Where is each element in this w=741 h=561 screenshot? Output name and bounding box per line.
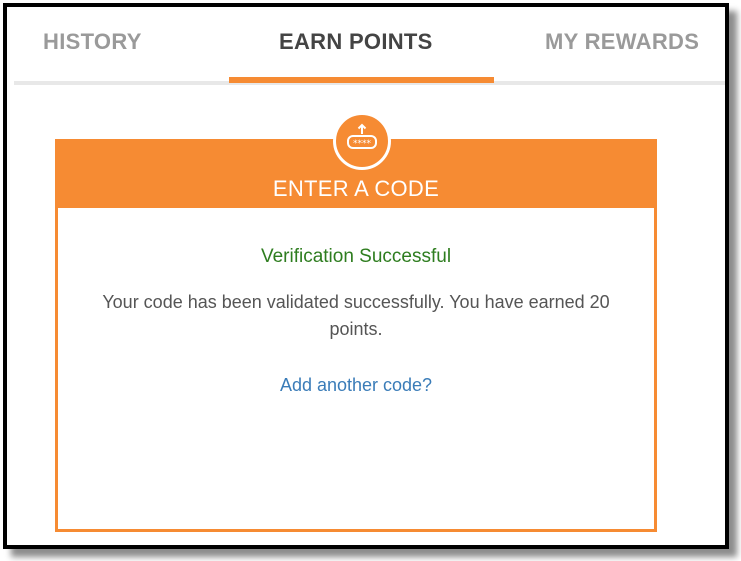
code-entry-icon: **** — [333, 112, 391, 170]
tab-bar: HISTORY EARN POINTS MY REWARDS — [14, 7, 725, 85]
rewards-window: HISTORY EARN POINTS MY REWARDS ENTER A C… — [3, 3, 729, 549]
enter-code-card: ENTER A CODE Verification Successful You… — [55, 139, 657, 532]
card-title: ENTER A CODE — [272, 176, 440, 201]
verification-status: Verification Successful — [260, 246, 452, 267]
validation-message: Your code has been validated successfull… — [102, 292, 610, 339]
tab-my-rewards[interactable]: MY REWARDS — [545, 29, 699, 55]
active-tab-indicator — [229, 77, 494, 83]
tab-history[interactable]: HISTORY — [43, 29, 142, 55]
code-entry-icon-graphic: **** — [347, 123, 377, 149]
svg-text:****: **** — [353, 139, 372, 149]
tab-earn-points[interactable]: EARN POINTS — [279, 29, 433, 55]
add-another-code-link[interactable]: Add another code? — [58, 375, 654, 396]
